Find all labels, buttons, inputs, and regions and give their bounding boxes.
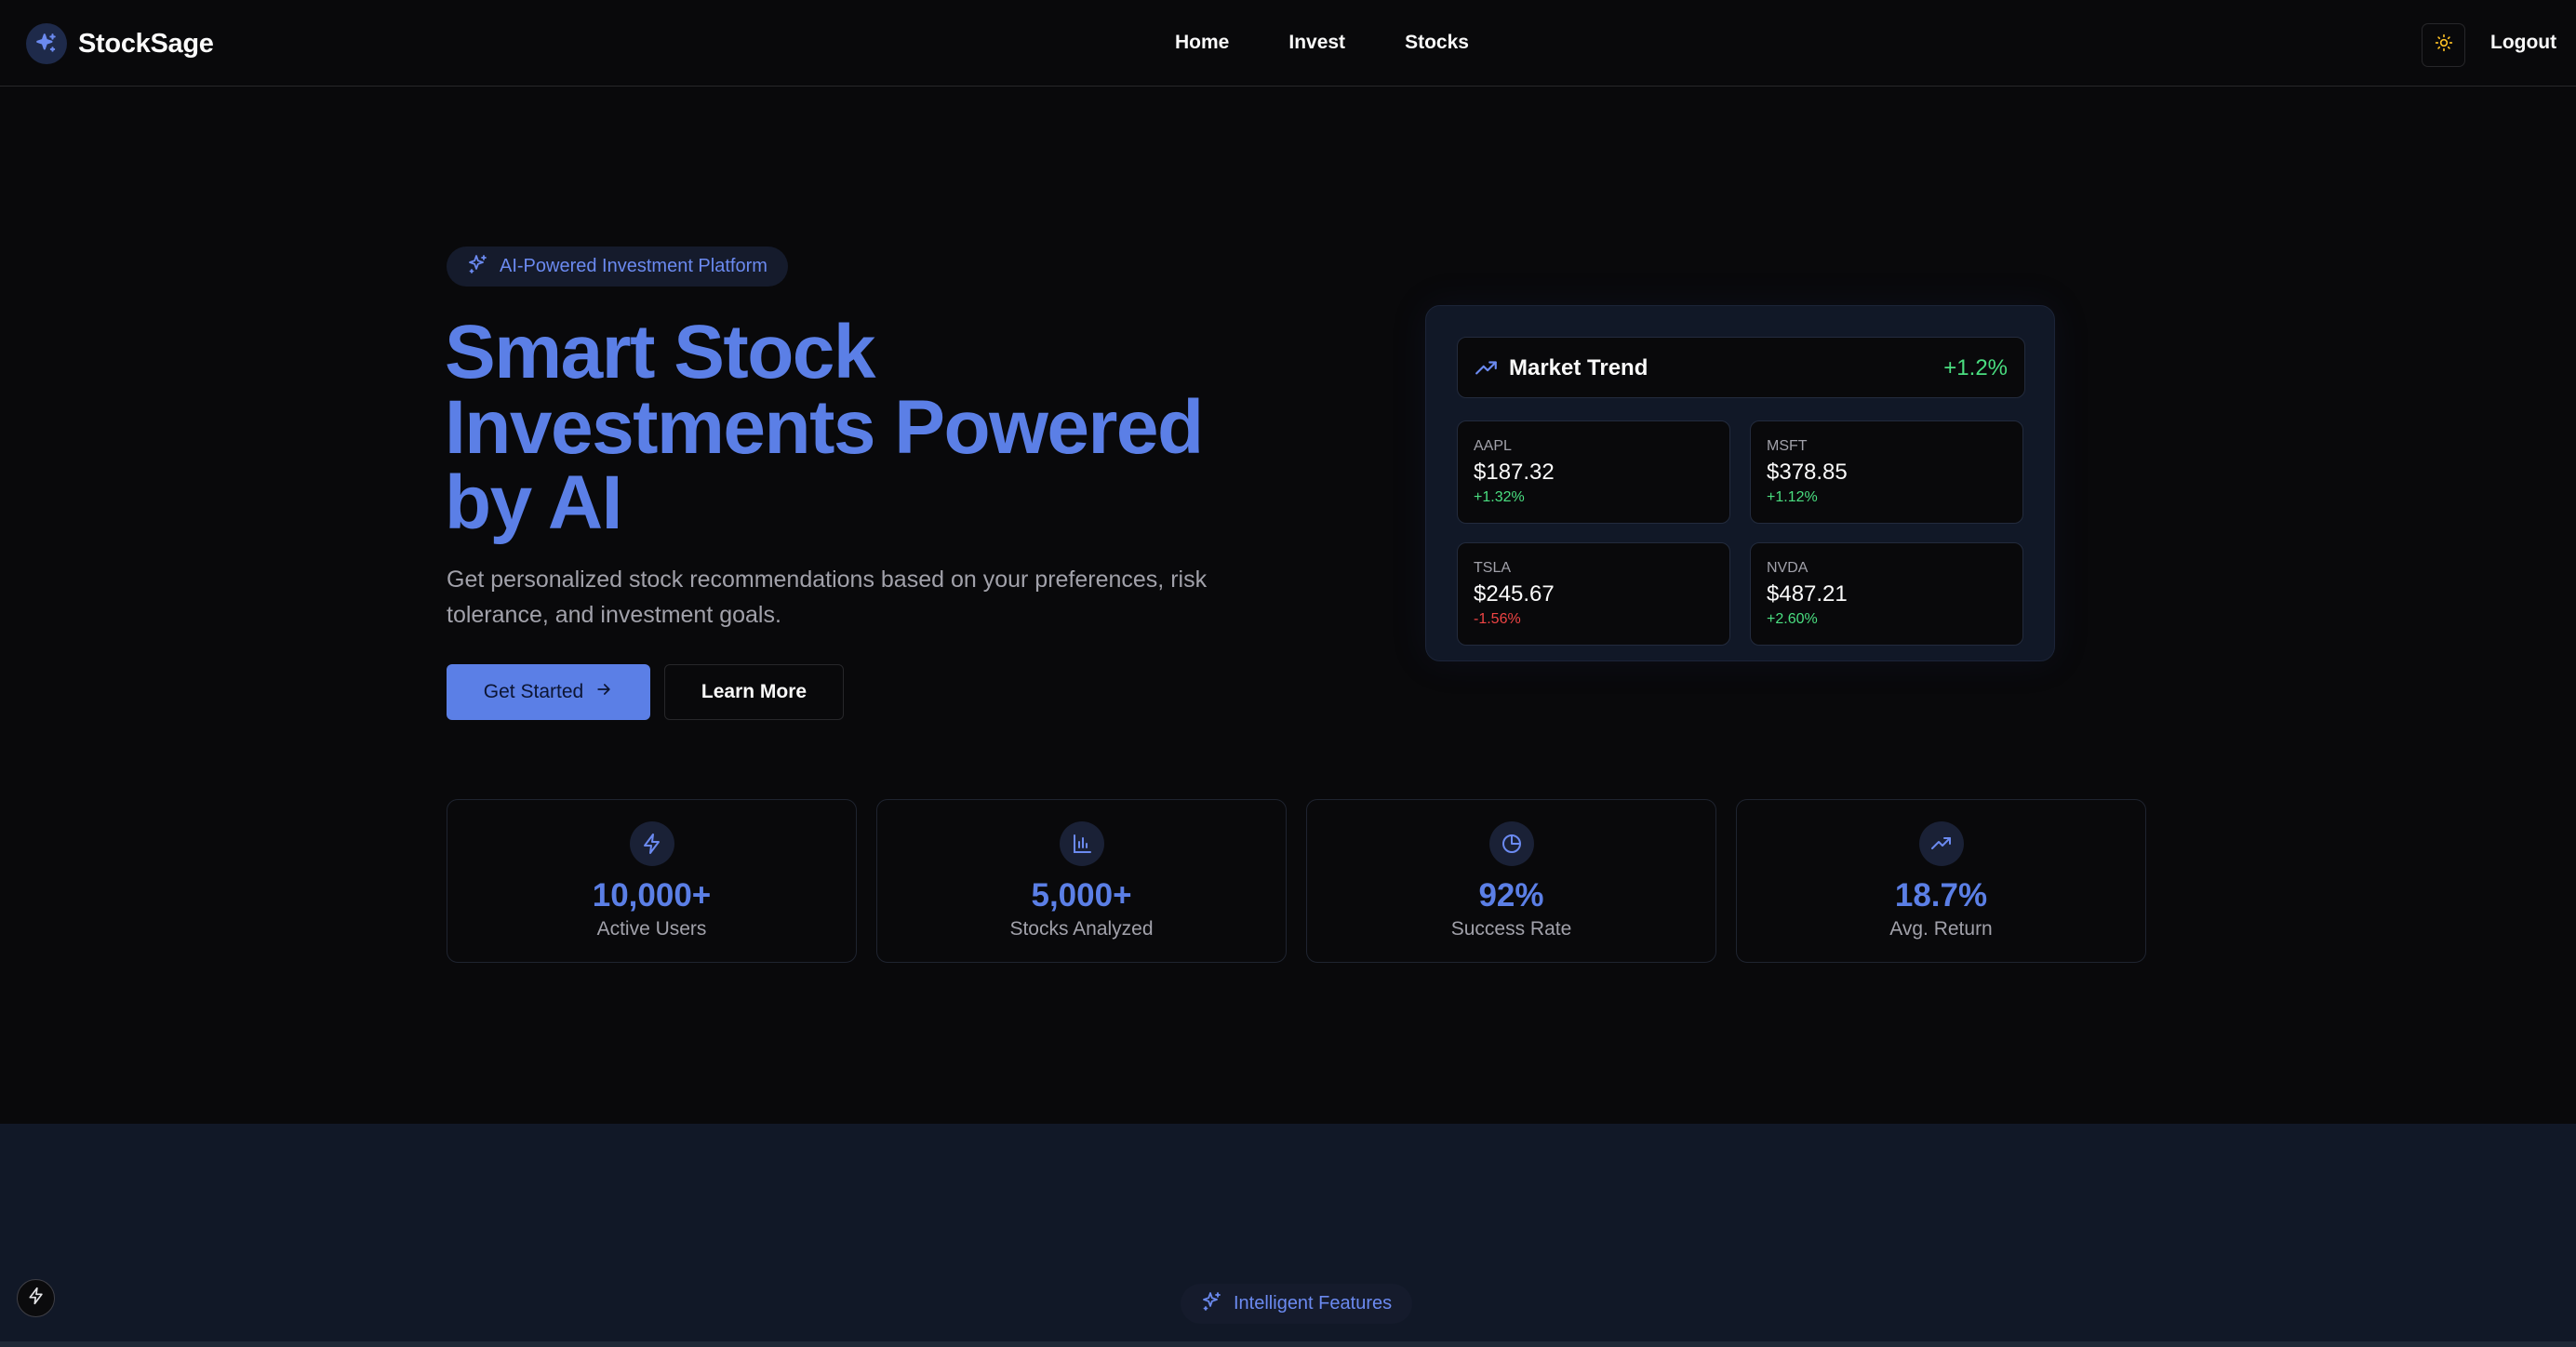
main-nav: Home Invest Stocks xyxy=(1175,32,1469,54)
stat-card-stocks-analyzed: 5,000+ Stocks Analyzed xyxy=(876,799,1287,963)
hero-title-line: Smart Stock xyxy=(445,310,876,394)
stat-card-avg-return: 18.7% Avg. Return xyxy=(1736,799,2146,963)
sparkles-icon xyxy=(467,253,489,281)
stat-label: Stocks Analyzed xyxy=(1009,918,1154,940)
ticker-symbol: TSLA xyxy=(1474,560,1512,576)
sparkles-icon xyxy=(1201,1290,1223,1318)
get-started-button[interactable]: Get Started xyxy=(447,664,650,720)
ticker-change: +1.12% xyxy=(1767,489,1818,505)
ticker-change: +1.32% xyxy=(1474,489,1525,505)
ticker-price: $487.21 xyxy=(1767,581,1848,607)
sun-icon xyxy=(2435,33,2453,57)
nav-home[interactable]: Home xyxy=(1175,32,1229,54)
brand-name: StockSage xyxy=(78,28,214,59)
lightning-icon xyxy=(27,1287,46,1310)
sparkles-icon xyxy=(26,23,67,64)
bar-chart-icon xyxy=(1060,821,1104,866)
ticker-price: $245.67 xyxy=(1474,581,1555,607)
logout-button[interactable]: Logout xyxy=(2490,32,2556,54)
stat-card-success-rate: 92% Success Rate xyxy=(1306,799,1716,963)
stat-label: Active Users xyxy=(596,918,707,940)
features-badge-label: Intelligent Features xyxy=(1234,1293,1393,1314)
stat-value: 10,000+ xyxy=(592,877,712,914)
pie-chart-icon xyxy=(1489,821,1534,866)
lightning-icon xyxy=(630,821,674,866)
hero-badge-label: AI-Powered Investment Platform xyxy=(500,256,767,276)
hero-subtitle: Get personalized stock recommendations b… xyxy=(447,567,1208,628)
market-trend-title: Market Trend xyxy=(1509,355,1648,380)
brand[interactable]: StockSage xyxy=(26,23,214,64)
ticker-card[interactable]: AAPL $187.32 +1.32% xyxy=(1457,420,1730,524)
hero-title-line: Investments Powered xyxy=(445,385,1204,470)
ticker-symbol: AAPL xyxy=(1474,438,1512,454)
top-navbar: StockSage Home Invest Stocks Logout xyxy=(0,0,2576,87)
hero-title-line: by AI xyxy=(445,460,622,545)
nav-invest[interactable]: Invest xyxy=(1288,32,1345,54)
stat-label: Avg. Return xyxy=(1889,918,1993,940)
ticker-card[interactable]: NVDA $487.21 +2.60% xyxy=(1750,542,2023,646)
get-started-label: Get Started xyxy=(483,681,584,702)
market-trend-card: Market Trend +1.2% AAPL $187.32 +1.32% M… xyxy=(1425,305,2055,661)
stat-value: 5,000+ xyxy=(1031,877,1132,914)
trending-up-icon xyxy=(1919,821,1964,866)
market-trend-header: Market Trend +1.2% xyxy=(1457,337,2025,398)
ticker-symbol: NVDA xyxy=(1767,560,1809,576)
ticker-change: -1.56% xyxy=(1474,611,1521,627)
ticker-change: +2.60% xyxy=(1767,611,1818,627)
ticker-card[interactable]: TSLA $245.67 -1.56% xyxy=(1457,542,1730,646)
floating-action-button[interactable] xyxy=(17,1279,55,1317)
ticker-symbol: MSFT xyxy=(1767,438,1808,454)
ticker-card[interactable]: MSFT $378.85 +1.12% xyxy=(1750,420,2023,524)
hero-title: Smart Stock Investments Powered by AI xyxy=(445,310,1245,545)
theme-toggle-button[interactable] xyxy=(2422,23,2465,67)
stat-label: Success Rate xyxy=(1450,918,1572,940)
page: StockSage Home Invest Stocks Logout AI-P… xyxy=(0,0,2576,1347)
hero-badge: AI-Powered Investment Platform xyxy=(447,247,788,287)
stat-value: 18.7% xyxy=(1894,877,1988,914)
page-bottom-divider xyxy=(0,1341,2576,1347)
stat-value: 92% xyxy=(1478,877,1544,914)
learn-more-button[interactable]: Learn More xyxy=(664,664,844,720)
market-trend-change: +1.2% xyxy=(1943,355,2008,380)
ticker-price: $187.32 xyxy=(1474,460,1555,485)
arrow-right-icon xyxy=(594,680,613,704)
stat-card-active-users: 10,000+ Active Users xyxy=(447,799,857,963)
nav-stocks[interactable]: Stocks xyxy=(1405,32,1469,54)
features-badge: Intelligent Features xyxy=(1181,1284,1413,1324)
trending-up-icon xyxy=(1475,358,1499,383)
ticker-price: $378.85 xyxy=(1767,460,1848,485)
